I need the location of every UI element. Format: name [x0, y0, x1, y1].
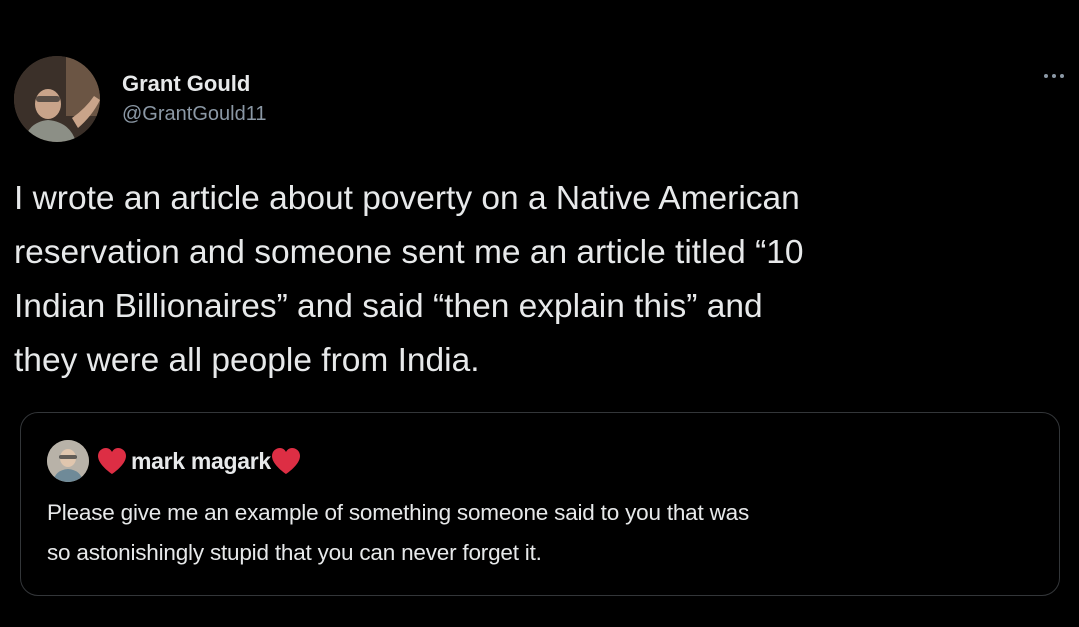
quoted-author-avatar[interactable] — [47, 440, 89, 482]
more-dot — [1052, 74, 1056, 78]
author-avatar[interactable] — [14, 56, 100, 142]
red-heart-icon — [271, 448, 300, 474]
quoted-text-line: Please give me an example of something s… — [47, 500, 750, 525]
tweet-text-line: reservation and someone sent me an artic… — [14, 234, 804, 271]
author-names: Grant Gould @GrantGould11 — [122, 70, 266, 128]
more-dot — [1060, 74, 1064, 78]
tweet-text-line: Indian Billionaires” and said “then expl… — [14, 288, 763, 325]
tweet-text-line: I wrote an article about poverty on a Na… — [14, 180, 800, 217]
more-options-button[interactable] — [1038, 64, 1070, 88]
tweet: Grant Gould @GrantGould11 I wrote an art… — [0, 0, 1079, 627]
red-heart-icon — [98, 448, 126, 474]
quoted-tweet-text: Please give me an example of something s… — [47, 493, 1037, 573]
quoted-tweet-card[interactable]: mark magark Please give me an example of… — [20, 412, 1060, 596]
more-dot — [1044, 74, 1048, 78]
tweet-text-line: they were all people from India. — [14, 342, 480, 379]
person-photo-icon — [14, 56, 100, 142]
quoted-tweet-author: mark magark — [47, 440, 301, 482]
author-display-name[interactable]: Grant Gould — [122, 70, 266, 98]
quoted-text-line: so astonishingly stupid that you can nev… — [47, 540, 542, 565]
tweet-author: Grant Gould @GrantGould11 — [14, 56, 266, 142]
tweet-text: I wrote an article about poverty on a Na… — [14, 172, 1054, 388]
author-handle[interactable]: @GrantGould11 — [122, 100, 266, 128]
quoted-author-display-name[interactable]: mark magark — [131, 448, 271, 475]
person-photo-icon — [47, 440, 89, 482]
